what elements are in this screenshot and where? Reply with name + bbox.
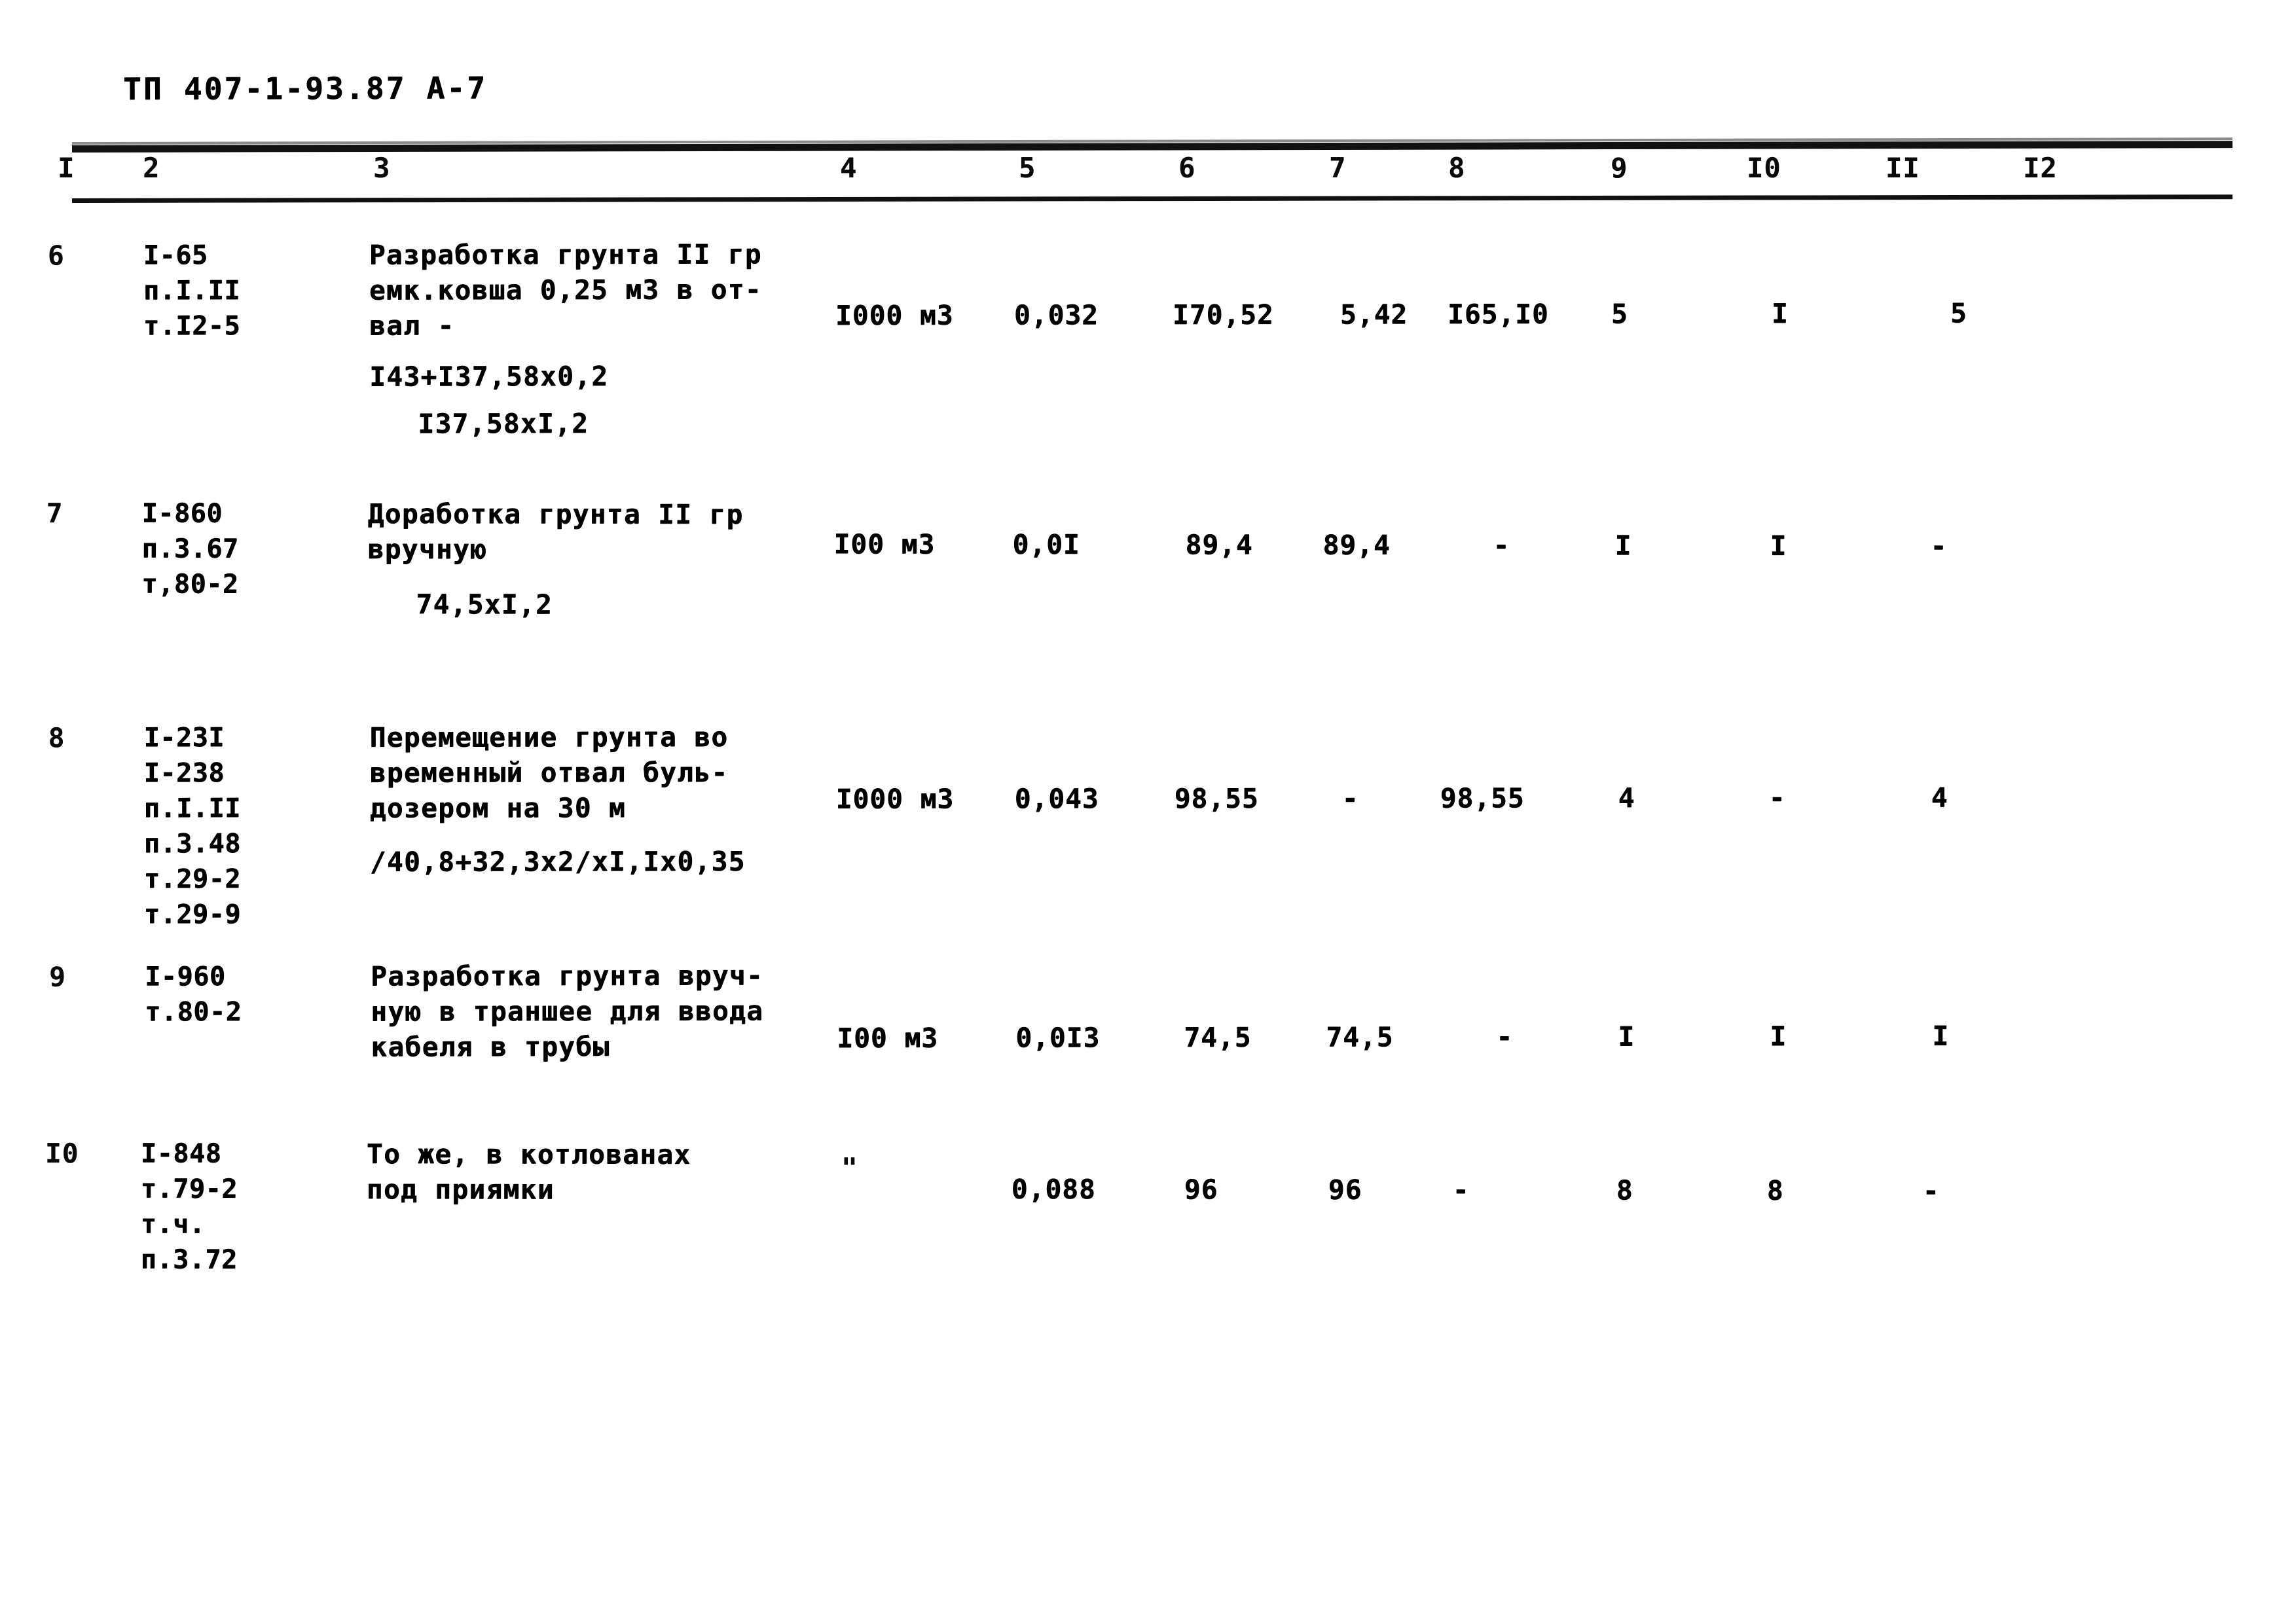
table-row: 7 I-860 п.3.67 т,80-2 Доработка грунта I…: [0, 0, 2296, 620]
row-value-c11: 4: [1931, 782, 1948, 814]
row-value-c6: 96: [1184, 1174, 1218, 1206]
table-header-rule: [71, 194, 2233, 203]
row-description: Доработка грунта II гр вручную: [367, 497, 744, 566]
row-value-c9: 8: [1616, 1174, 1633, 1206]
row-unit: I00 м3: [837, 1022, 939, 1054]
row-code: I-23I I-238 п.I.II п.3.48 т.29-2 т.29-9: [143, 722, 242, 930]
row-code: I-860 п.3.67 т,80-2: [141, 498, 239, 600]
row-description: Разработка грунта вруч- ную в траншее дл…: [371, 960, 764, 1063]
column-header-2: 2: [143, 152, 160, 184]
row-value-c9: 4: [1618, 782, 1635, 814]
row-unit: I00 м3: [833, 528, 936, 560]
row-value-c6: 98,55: [1174, 782, 1259, 814]
page-title: ТП 407-1-93.87 А-7: [122, 70, 488, 107]
row-number: 6: [47, 240, 65, 272]
row-value-c10: I: [1770, 1020, 1787, 1053]
column-header-8: 8: [1448, 152, 1466, 184]
column-header-7: 7: [1329, 152, 1347, 184]
row-value-c7: 96: [1328, 1174, 1362, 1206]
row-value-c9: I: [1618, 1020, 1635, 1053]
row-value-c6: 74,5: [1184, 1021, 1252, 1053]
table-row: I0 I-848 т.79-2 т.ч. п.3.72 То же, в кот…: [0, 0, 2296, 1275]
row-value-c7: 5,42: [1339, 298, 1408, 331]
row-value-c10: 8: [1766, 1174, 1784, 1206]
row-formula-1: /40,8+32,3х2/хI,Iх0,35: [369, 845, 746, 878]
row-value-c8: 98,55: [1440, 782, 1525, 814]
row-value-c7: -: [1341, 782, 1359, 814]
column-header-11: II: [1886, 152, 1920, 184]
column-header-9: 9: [1611, 152, 1628, 184]
row-value-c8: I65,I0: [1447, 298, 1549, 331]
document-sheet: ТП 407-1-93.87 А-7 I 2 3 4 5 6 7 8 9 I0 …: [0, 0, 2296, 1624]
row-description: Перемещение грунта во временный отвал бу…: [369, 721, 729, 824]
table-row: 8 I-23I I-238 п.I.II п.3.48 т.29-2 т.29-…: [0, 0, 2296, 929]
row-number: 8: [48, 722, 65, 754]
row-value-c11: I: [1932, 1020, 1950, 1052]
row-value-c5: 0,0I3: [1015, 1022, 1101, 1054]
row-value-c8: -: [1493, 529, 1510, 561]
row-number: 7: [46, 497, 64, 530]
row-value-c9: 5: [1611, 298, 1628, 330]
table-row: 6 I-65 п.I.II т.I2-5 Разработка грунта I…: [0, 0, 2296, 439]
row-code: I-848 т.79-2 т.ч. п.3.72: [140, 1138, 238, 1275]
row-value-c5: 0,088: [1011, 1173, 1096, 1205]
row-unit: I000 м3: [835, 783, 955, 815]
row-description: То же, в котлованах под приямки: [366, 1138, 691, 1206]
row-unit: ": [841, 1152, 858, 1184]
column-header-6: 6: [1178, 152, 1196, 184]
row-value-c11: 5: [1950, 297, 1967, 329]
row-unit: I000 м3: [835, 299, 954, 332]
row-value-c9: I: [1614, 530, 1632, 562]
column-header-1: I: [58, 152, 75, 184]
row-value-c7: 89,4: [1322, 529, 1391, 561]
table-top-rule: [71, 141, 2233, 153]
column-header-10: I0: [1747, 152, 1781, 184]
column-header-5: 5: [1019, 152, 1036, 184]
table-row: 9 I-960 т.80-2 Разработка грунта вруч- н…: [0, 0, 2296, 1062]
row-value-c11: -: [1922, 1175, 1940, 1207]
row-value-c5: 0,032: [1013, 299, 1099, 331]
row-value-c10: I: [1771, 297, 1789, 330]
row-description: Разработка грунта II гр емк.ковша 0,25 м…: [369, 238, 762, 342]
column-header-12: I2: [2023, 152, 2058, 184]
row-value-c5: 0,043: [1014, 783, 1099, 815]
row-formula-1: 74,5хI,2: [416, 588, 553, 621]
row-number: I0: [45, 1138, 79, 1170]
row-value-c6: I70,52: [1172, 298, 1274, 331]
column-header-4: 4: [840, 152, 858, 184]
row-value-c11: -: [1930, 530, 1948, 562]
row-value-c5: 0,0I: [1012, 528, 1080, 560]
row-value-c7: 74,5: [1326, 1021, 1394, 1053]
row-value-c8: -: [1496, 1020, 1514, 1053]
row-code: I-65 п.I.II т.I2-5: [143, 240, 241, 342]
row-value-c10: -: [1768, 782, 1786, 814]
row-value-c8: -: [1452, 1174, 1470, 1206]
row-formula-1: I43+I37,58х0,2: [369, 360, 609, 393]
row-formula-2: I37,58хI,2: [418, 407, 589, 440]
row-number: 9: [49, 961, 66, 993]
column-header-3: 3: [373, 152, 391, 184]
row-code: I-960 т.80-2: [145, 961, 242, 1028]
row-value-c6: 89,4: [1185, 529, 1253, 561]
row-value-c10: I: [1770, 530, 1787, 562]
